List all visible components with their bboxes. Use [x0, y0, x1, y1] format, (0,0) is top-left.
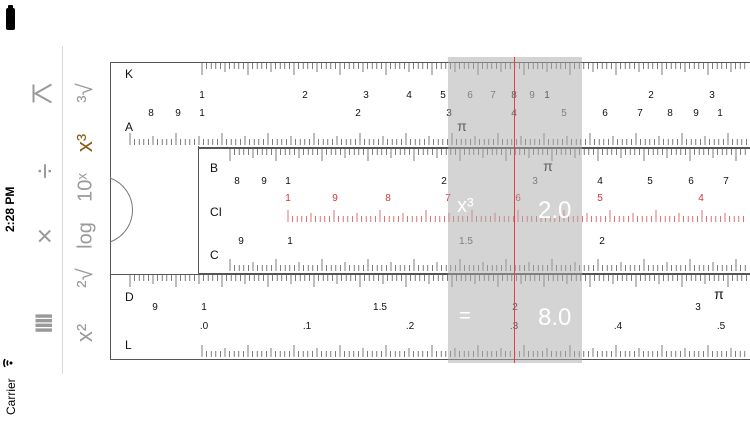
scale-L-num: .2: [405, 321, 415, 332]
scale-C-num: 1: [287, 236, 293, 247]
scale-K-num: 2: [302, 90, 308, 101]
scale-up-tool[interactable]: [30, 79, 61, 109]
wifi-icon: [3, 358, 13, 368]
scale-CI-num: 9: [332, 193, 338, 204]
status-carrier: Carrier: [4, 378, 18, 415]
scale-K-num: 2: [648, 90, 654, 101]
scale-L-num: .1: [302, 321, 312, 332]
scale-B-num: 7: [723, 176, 729, 187]
cursor-hairline: [514, 57, 515, 363]
scale-K-num: 5: [440, 90, 446, 101]
square-root-tool[interactable]: ²√: [72, 261, 98, 295]
scale-label-A: A: [125, 120, 134, 134]
cube-tool[interactable]: x³: [72, 126, 98, 160]
scale-label-K: K: [125, 67, 134, 81]
scale-label-C: C: [210, 248, 219, 262]
scale-label-CI: CI: [210, 205, 222, 219]
scale-A-num: 6: [602, 108, 608, 119]
multiply-tool[interactable]: ×: [29, 221, 61, 251]
scale-A-num: 8: [667, 108, 673, 119]
cursor-value-top: 2.0: [538, 197, 572, 224]
function-toolbar: ÷ × IIII ³√ x³ 10ˣ log ²√ x²: [22, 40, 102, 375]
scale-A-num: 2: [355, 108, 361, 119]
scale-ticks: [129, 63, 747, 357]
scale-B-num: 9: [261, 176, 267, 187]
scale-A-num: 7: [637, 108, 643, 119]
scale-label-D: D: [125, 290, 134, 304]
scale-B-num: 6: [688, 176, 694, 187]
slide-rule: K A B CI C D L 1 2 3 4 5 6 7 8 9 1 2 3 8…: [110, 62, 750, 360]
exp10-tool[interactable]: 10ˣ: [75, 168, 98, 208]
status-time: 2:28 PM: [3, 186, 17, 232]
scale-B-num: 8: [234, 176, 240, 187]
scale-CI-num: 5: [597, 193, 603, 204]
scale-CI-num: 8: [385, 193, 391, 204]
scale-D-num: 1: [201, 302, 207, 313]
scale-A-num: 8: [148, 108, 154, 119]
scale-D-num: 3: [695, 302, 701, 313]
scale-B-num: 5: [647, 176, 653, 187]
scale-L-num: .0: [199, 321, 209, 332]
divide-tool[interactable]: ÷: [29, 156, 61, 186]
scale-L-num: .4: [613, 321, 623, 332]
scale-K-num: 4: [406, 90, 412, 101]
scale-L-num: .5: [716, 321, 726, 332]
scale-B-num: 2: [441, 176, 447, 187]
scale-label-L: L: [125, 338, 132, 352]
scale-A-num: 1: [199, 108, 205, 119]
ruler-lines-tool[interactable]: IIII: [31, 309, 59, 339]
scale-D-pi: π: [714, 286, 724, 302]
battery-icon: [6, 5, 15, 30]
scale-K-num: 1: [199, 90, 205, 101]
scale-CI-num: 4: [698, 193, 704, 204]
scale-K-num: 3: [709, 90, 715, 101]
scale-K-num: 3: [363, 90, 369, 101]
scale-C-num: 2: [599, 236, 605, 247]
cube-root-tool[interactable]: ³√: [72, 76, 98, 110]
scale-A-num: 9: [693, 108, 699, 119]
scale-A-num: 1: [717, 108, 723, 119]
status-bar: 2:28 PM Carrier: [0, 0, 22, 422]
scale-B-num: 4: [597, 176, 603, 187]
scale-CI-num: 1: [285, 193, 291, 204]
scale-D-num: 1.5: [373, 302, 387, 313]
cursor-operation-top: x³: [457, 195, 474, 217]
scale-D-num: 9: [152, 302, 158, 313]
toolbar-divider: [62, 46, 63, 374]
caret-up-icon: [32, 83, 52, 104]
square-tool[interactable]: x²: [72, 316, 98, 350]
scale-C-num: 9: [238, 236, 244, 247]
log-tool[interactable]: log: [75, 216, 98, 256]
scale-B-num: 1: [285, 176, 291, 187]
cursor-value-bottom: 8.0: [538, 304, 572, 331]
cursor-operation-bottom: =: [459, 305, 471, 327]
scale-label-B: B: [210, 161, 219, 175]
scale-A-num: 9: [175, 108, 181, 119]
